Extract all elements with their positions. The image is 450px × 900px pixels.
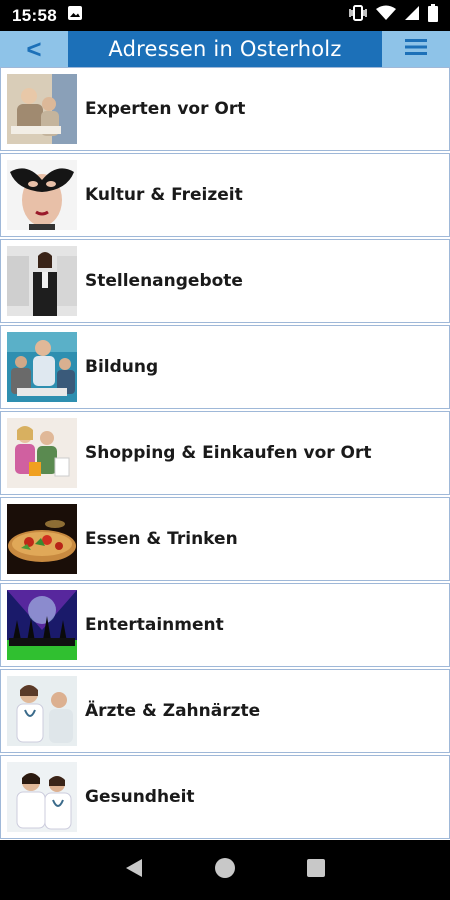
food-thumbnail [7, 504, 77, 574]
culture-thumbnail [7, 160, 77, 230]
list-item-label: Bildung [85, 357, 159, 377]
list-item-aerzte[interactable]: Ärzte & Zahnärzte [0, 669, 450, 753]
list-item-label: Stellenangebote [85, 271, 243, 291]
list-item-entertainment[interactable]: Entertainment [0, 583, 450, 667]
app-bar: < Adressen in Osterholz [0, 31, 450, 67]
list-item-stellen[interactable]: Stellenangebote [0, 239, 450, 323]
system-nav-bar [0, 840, 450, 900]
list-item-label: Entertainment [85, 615, 224, 635]
wifi-icon [376, 5, 396, 26]
recents-square-icon[interactable] [306, 858, 326, 883]
back-button[interactable]: < [0, 31, 68, 67]
list-item-label: Experten vor Ort [85, 99, 246, 119]
list-item-gesundheit[interactable]: Gesundheit [0, 755, 450, 839]
image-icon [67, 5, 83, 26]
menu-button[interactable] [382, 31, 450, 67]
doctors-thumbnail [7, 676, 77, 746]
list-item-label: Shopping & Einkaufen vor Ort [85, 443, 372, 463]
hamburger-menu-icon [405, 38, 427, 61]
back-chevron-icon: < [26, 33, 42, 64]
jobs-thumbnail [7, 246, 77, 316]
signal-icon [404, 5, 420, 26]
health-thumbnail [7, 762, 77, 832]
list-item-label: Gesundheit [85, 787, 195, 807]
entertainment-thumbnail [7, 590, 77, 660]
back-triangle-icon[interactable] [124, 857, 144, 884]
list-item-essen[interactable]: Essen & Trinken [0, 497, 450, 581]
shopping-thumbnail [7, 418, 77, 488]
list-item-shopping[interactable]: Shopping & Einkaufen vor Ort [0, 411, 450, 495]
home-circle-icon[interactable] [213, 856, 237, 885]
status-bar: 15:58 [0, 0, 450, 31]
status-time: 15:58 [12, 5, 57, 25]
list-item-bildung[interactable]: Bildung [0, 325, 450, 409]
list-item-experten[interactable]: Experten vor Ort [0, 67, 450, 151]
page-title: Adressen in Osterholz [108, 37, 342, 61]
list-item-label: Ärzte & Zahnärzte [85, 701, 261, 721]
experts-thumbnail [7, 74, 77, 144]
list-item-kultur[interactable]: Kultur & Freizeit [0, 153, 450, 237]
list-item-label: Kultur & Freizeit [85, 185, 243, 205]
education-thumbnail [7, 332, 77, 402]
battery-icon [428, 4, 438, 27]
list-item-label: Essen & Trinken [85, 529, 238, 549]
vibrate-icon [348, 5, 368, 26]
category-list: Experten vor Ort Kultur & Freizeit Stell… [0, 67, 450, 840]
